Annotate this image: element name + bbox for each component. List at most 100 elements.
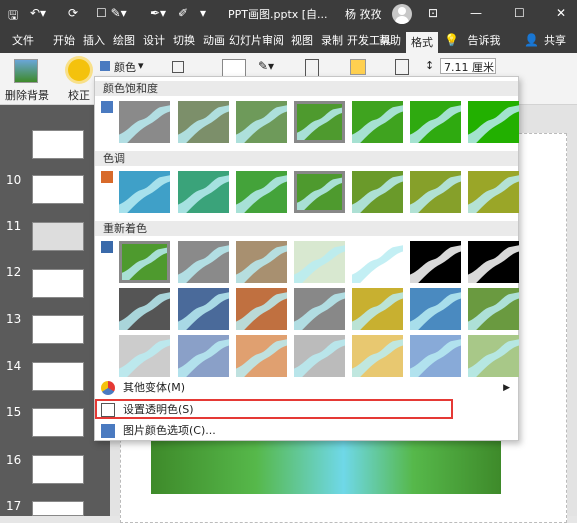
slide-number: 11 bbox=[6, 219, 22, 233]
tab-view[interactable]: 视图 bbox=[288, 30, 316, 53]
minimize-icon[interactable]: — bbox=[470, 6, 482, 20]
slide-thumbnail[interactable] bbox=[32, 455, 84, 484]
slide-number: 15 bbox=[6, 405, 22, 419]
color-swatch[interactable] bbox=[236, 101, 287, 143]
close-icon[interactable]: ✕ bbox=[556, 6, 566, 20]
tab-file[interactable]: 文件 bbox=[8, 30, 38, 53]
arrange-icon[interactable] bbox=[305, 59, 319, 77]
color-dropdown-icon[interactable]: ▾ bbox=[138, 59, 144, 72]
color-swatch[interactable] bbox=[294, 101, 345, 143]
tab-slideshow[interactable]: 幻灯片 bbox=[229, 30, 262, 53]
picture-color-options-icon bbox=[101, 424, 115, 438]
color-swatch[interactable] bbox=[294, 335, 345, 377]
color-button[interactable]: 颜色 bbox=[114, 59, 136, 75]
color-swatch[interactable] bbox=[178, 335, 229, 377]
avatar[interactable] bbox=[392, 4, 412, 24]
lightbulb-icon: 💡 bbox=[444, 33, 459, 47]
color-swatch[interactable] bbox=[294, 171, 345, 213]
color-swatch[interactable] bbox=[410, 335, 461, 377]
color-swatch[interactable] bbox=[178, 171, 229, 213]
tab-animations[interactable]: 动画 bbox=[200, 30, 228, 53]
share-button[interactable]: 共享 bbox=[540, 30, 570, 53]
slide-thumbnail[interactable] bbox=[32, 408, 84, 437]
tab-home[interactable]: 开始 bbox=[50, 30, 78, 53]
user-name[interactable]: 杨 孜孜 bbox=[345, 6, 382, 22]
slide-thumbnail[interactable] bbox=[32, 362, 84, 391]
more-quick-access-icon[interactable]: ▾ bbox=[200, 6, 206, 20]
color-swatch[interactable] bbox=[352, 171, 403, 213]
color-swatch[interactable] bbox=[236, 335, 287, 377]
slide-thumbnail[interactable] bbox=[32, 315, 84, 344]
color-swatch[interactable] bbox=[468, 101, 519, 143]
color-swatch[interactable] bbox=[352, 101, 403, 143]
sun-icon[interactable] bbox=[68, 59, 90, 81]
slide-thumbnail[interactable] bbox=[32, 501, 84, 516]
color-swatch[interactable] bbox=[119, 335, 170, 377]
color-swatch[interactable] bbox=[178, 241, 229, 283]
tab-insert[interactable]: 插入 bbox=[80, 30, 108, 53]
border-icon[interactable]: ✎▾ bbox=[258, 59, 274, 73]
color-icon[interactable] bbox=[100, 61, 110, 71]
color-swatch[interactable] bbox=[178, 288, 229, 330]
slide-thumbnail[interactable] bbox=[32, 130, 84, 159]
correct-button[interactable]: 校正 bbox=[68, 87, 90, 103]
remove-background-icon[interactable] bbox=[14, 59, 38, 83]
color-swatch[interactable] bbox=[119, 288, 170, 330]
redo-icon[interactable]: ⟳ bbox=[68, 6, 78, 20]
color-swatch[interactable] bbox=[236, 241, 287, 283]
color-swatch[interactable] bbox=[468, 171, 519, 213]
compress-icon[interactable] bbox=[172, 61, 184, 73]
tab-transitions[interactable]: 切换 bbox=[170, 30, 198, 53]
undo-icon[interactable]: ↶▾ bbox=[30, 6, 46, 20]
color-swatch[interactable] bbox=[352, 335, 403, 377]
color-swatch[interactable] bbox=[294, 241, 345, 283]
color-swatch[interactable] bbox=[294, 288, 345, 330]
remove-background-button[interactable]: 删除背景 bbox=[5, 87, 49, 103]
color-swatch[interactable] bbox=[410, 171, 461, 213]
maximize-icon[interactable]: ☐ bbox=[514, 6, 525, 20]
tab-format[interactable]: 格式 bbox=[406, 30, 438, 53]
color-swatch[interactable] bbox=[410, 241, 461, 283]
tab-developer[interactable]: 开发工具 bbox=[347, 30, 391, 53]
slide-picture[interactable] bbox=[151, 434, 501, 494]
color-swatch[interactable] bbox=[352, 241, 403, 283]
pen-icon[interactable]: ✒▾ bbox=[150, 6, 166, 20]
color-swatch[interactable] bbox=[410, 101, 461, 143]
slide-thumbnail[interactable] bbox=[32, 222, 84, 251]
color-swatch[interactable] bbox=[236, 171, 287, 213]
color-swatch[interactable] bbox=[236, 288, 287, 330]
brush-icon[interactable]: ✐ bbox=[178, 6, 188, 20]
slide-number: 13 bbox=[6, 312, 22, 326]
color-swatch[interactable] bbox=[119, 241, 170, 283]
quick-access-icons[interactable]: ☐ ✎▾ bbox=[96, 6, 127, 20]
more-variants-menu-item[interactable]: 其他变体(M) ▶ bbox=[95, 378, 518, 398]
saturation-header: 颜色饱和度 bbox=[95, 81, 518, 96]
picture-style-icon[interactable] bbox=[222, 59, 246, 77]
color-swatch[interactable] bbox=[410, 288, 461, 330]
share-icon[interactable]: 👤 bbox=[524, 33, 539, 47]
selection-pane-icon[interactable] bbox=[350, 59, 366, 75]
color-swatch[interactable] bbox=[119, 171, 170, 213]
slide-thumbnail[interactable] bbox=[32, 269, 84, 298]
tab-record[interactable]: 录制 bbox=[318, 30, 346, 53]
slide-number: 10 bbox=[6, 173, 22, 187]
tell-me[interactable]: 告诉我 bbox=[466, 30, 502, 53]
tab-design[interactable]: 设计 bbox=[140, 30, 168, 53]
tab-draw[interactable]: 绘图 bbox=[110, 30, 138, 53]
ribbon-display-icon[interactable]: ⊡ bbox=[428, 6, 438, 20]
tab-help[interactable]: 帮助 bbox=[376, 30, 404, 53]
color-swatch[interactable] bbox=[468, 335, 519, 377]
picture-color-options-menu-item[interactable]: 图片颜色选项(C)... bbox=[95, 421, 518, 441]
height-input[interactable]: 7.11 厘米 bbox=[440, 58, 496, 74]
color-swatch[interactable] bbox=[468, 241, 519, 283]
tone-header: 色调 bbox=[95, 151, 518, 166]
save-icon[interactable]: 🖫 bbox=[8, 6, 18, 27]
color-swatch[interactable] bbox=[178, 101, 229, 143]
color-swatch[interactable] bbox=[352, 288, 403, 330]
color-swatch[interactable] bbox=[119, 101, 170, 143]
color-swatch[interactable] bbox=[468, 288, 519, 330]
slide-thumbnail[interactable] bbox=[32, 175, 84, 204]
recolor-side-icon bbox=[101, 241, 113, 253]
crop-icon[interactable] bbox=[395, 59, 409, 75]
tab-review[interactable]: 审阅 bbox=[259, 30, 287, 53]
